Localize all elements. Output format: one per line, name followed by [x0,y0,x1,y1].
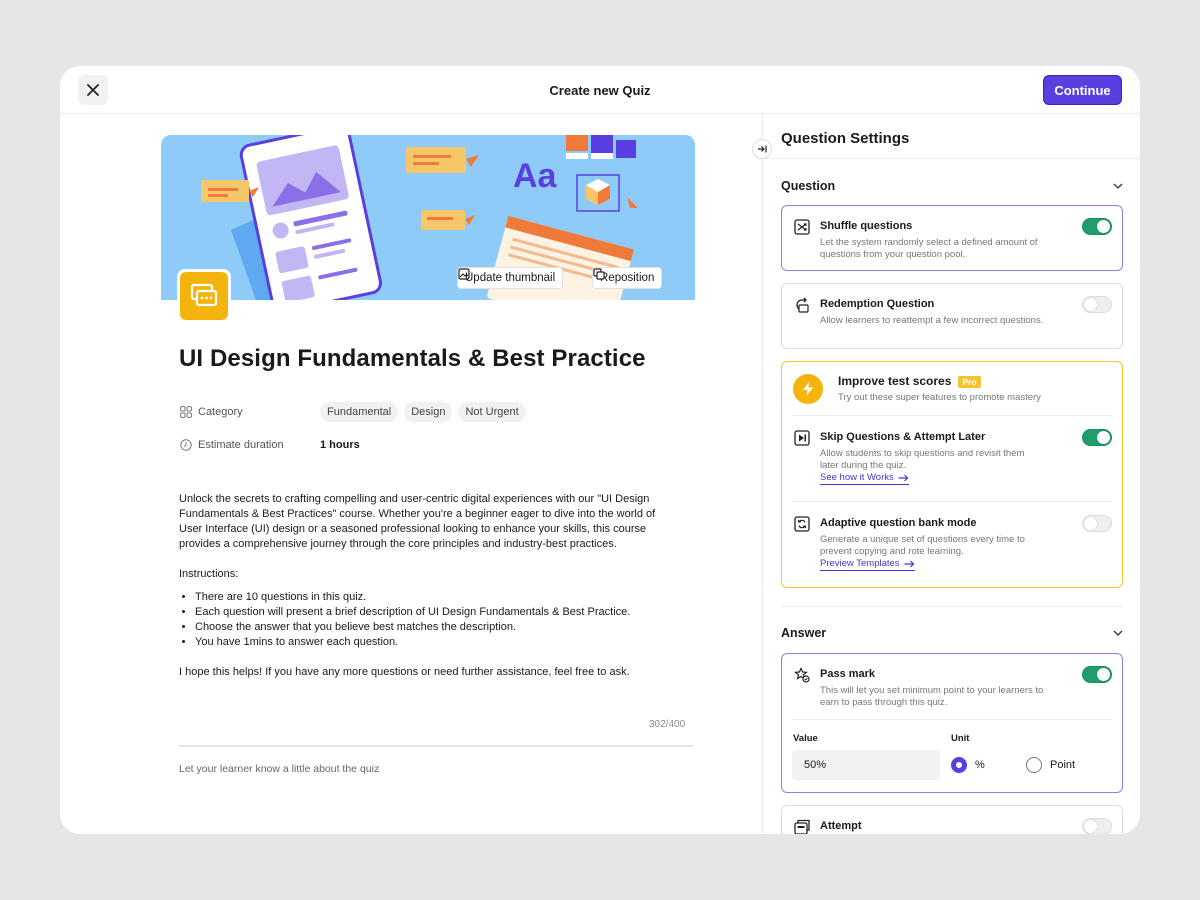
chat-bubbles-icon [190,283,218,307]
instruction-item: There are 10 questions in this quiz. [195,590,659,605]
divider [792,719,1112,720]
redemption-description: Allow learners to reattempt a few incorr… [820,315,1044,326]
reposition-label: Reposition [600,272,655,284]
arrow-right-icon [904,560,914,567]
top-bar: Create new Quiz Continue [60,66,1140,114]
answer-section-label: Answer [781,626,827,640]
clock-icon [180,439,192,451]
category-tag[interactable]: Design [404,402,453,422]
course-title[interactable]: UI Design Fundamentals & Best Practice [179,345,646,373]
skip-description: Allow students to skip questions and rev… [820,448,1025,471]
improve-title-text: Improve test scores [838,374,952,388]
image-icon [458,268,470,280]
continue-button[interactable]: Continue [1043,75,1122,105]
illustration-type-glyph: Aa [513,157,558,195]
update-thumbnail-label: Update thumbnail [465,272,556,284]
pass-mark-toggle[interactable] [1082,666,1112,683]
quiz-description[interactable]: Unlock the secrets to crafting compellin… [179,492,659,695]
settings-title: Question Settings [781,130,910,147]
preview-templates-label: Preview Templates [820,558,900,569]
description-intro: Unlock the secrets to crafting compellin… [179,493,656,550]
pass-mark-value-input[interactable]: 50% [792,750,940,780]
improve-title: Improve test scores Pro [838,374,981,388]
description-closing: I hope this helps! If you have any more … [179,666,630,678]
quiz-editor-window: Create new Quiz Continue Aa Update thumb… [60,66,1140,834]
instruction-item: You have 1mins to answer each question. [195,635,659,650]
redemption-title: Redemption Question [820,298,935,310]
question-section-header[interactable]: Question [781,179,1123,193]
attempt-toggle[interactable] [1082,818,1112,834]
shuffle-questions-card: Shuffle questions Let the system randoml… [781,205,1123,271]
category-tag[interactable]: Fundamental [320,402,399,422]
question-section-label: Question [781,179,836,193]
category-tag[interactable]: Not Urgent [458,402,526,422]
skip-icon [794,430,810,446]
reposition-button[interactable]: Reposition [592,267,663,289]
unit-percent-radio[interactable]: % [951,757,985,773]
duration-label: Estimate duration [198,439,284,451]
bolt-icon [793,374,823,404]
course-icon[interactable] [177,269,231,323]
description-helper-text: Let your learner know a little about the… [179,763,380,775]
attempt-title: Attempt [820,820,862,832]
adaptive-title: Adaptive question bank mode [820,517,977,529]
unit-percent-label: % [975,759,985,771]
description-underline [179,745,693,747]
unit-point-radio[interactable]: Point [1026,757,1075,773]
pass-mark-description: This will let you set minimum point to y… [820,685,1044,708]
redemption-icon [796,297,809,313]
instructions-list: There are 10 questions in this quiz. Eac… [195,590,659,650]
instruction-item: Choose the answer that you believe best … [195,620,659,635]
duration-value[interactable]: 1 hours [320,439,360,451]
divider [781,606,1123,607]
shuffle-title: Shuffle questions [820,220,913,232]
question-settings-panel: Question Settings Question Shuffle quest… [762,114,1140,834]
divider [792,415,1112,416]
quiz-thumbnail-banner: Aa Update thumbnail Reposition [161,135,695,300]
adaptive-description: Generate a unique set of questions every… [820,534,1025,557]
skip-title: Skip Questions & Attempt Later [820,431,986,443]
see-how-it-works-link[interactable]: See how it Works [820,472,909,485]
attempt-card: Attempt [781,805,1123,834]
attempt-icon [794,819,810,834]
chevron-down-icon [1113,630,1123,636]
pass-mark-title: Pass mark [820,668,876,680]
character-counter: 302/400 [649,719,686,730]
shuffle-description: Let the system randomly select a defined… [820,237,1038,260]
instructions-heading: Instructions: [179,568,239,580]
unit-point-label: Point [1050,759,1076,771]
duration-row: Estimate duration 1 hours [180,435,360,455]
divider [792,501,1112,502]
shuffle-toggle[interactable] [1082,218,1112,235]
improve-test-scores-card: Improve test scores Pro Try out these sup… [781,361,1123,588]
redemption-question-card: Redemption Question Allow learners to re… [781,283,1123,349]
instruction-item: Each question will present a brief descr… [195,605,659,620]
chevron-down-icon [1113,183,1123,189]
divider [763,158,1140,159]
update-thumbnail-button[interactable]: Update thumbnail [457,267,564,289]
redemption-toggle[interactable] [1082,296,1112,313]
page-title: Create new Quiz [549,83,651,98]
shuffle-icon [794,219,810,235]
collapse-arrow-icon [758,145,767,153]
pro-badge: Pro [958,375,981,388]
refresh-icon [794,516,810,532]
category-grid-icon [180,406,192,418]
improve-description: Try out these super features to promote … [838,392,1041,403]
see-how-it-works-label: See how it Works [820,472,894,483]
unit-label: Unit [951,733,970,744]
quiz-details-pane: Aa Update thumbnail Reposition UI Design… [60,114,762,834]
preview-templates-link[interactable]: Preview Templates [820,558,915,571]
arrow-right-icon [898,474,909,481]
pass-mark-card: Pass mark This will let you set minimum … [781,653,1123,793]
adaptive-toggle[interactable] [1082,515,1112,532]
reposition-icon [593,268,605,280]
collapse-panel-button[interactable] [752,139,772,159]
star-badge-icon [794,667,810,683]
category-label: Category [198,406,243,418]
skip-toggle[interactable] [1082,429,1112,446]
answer-section-header[interactable]: Answer [781,626,1123,640]
value-label: Value [793,733,818,744]
category-row: Category Fundamental Design Not Urgent [180,402,532,422]
